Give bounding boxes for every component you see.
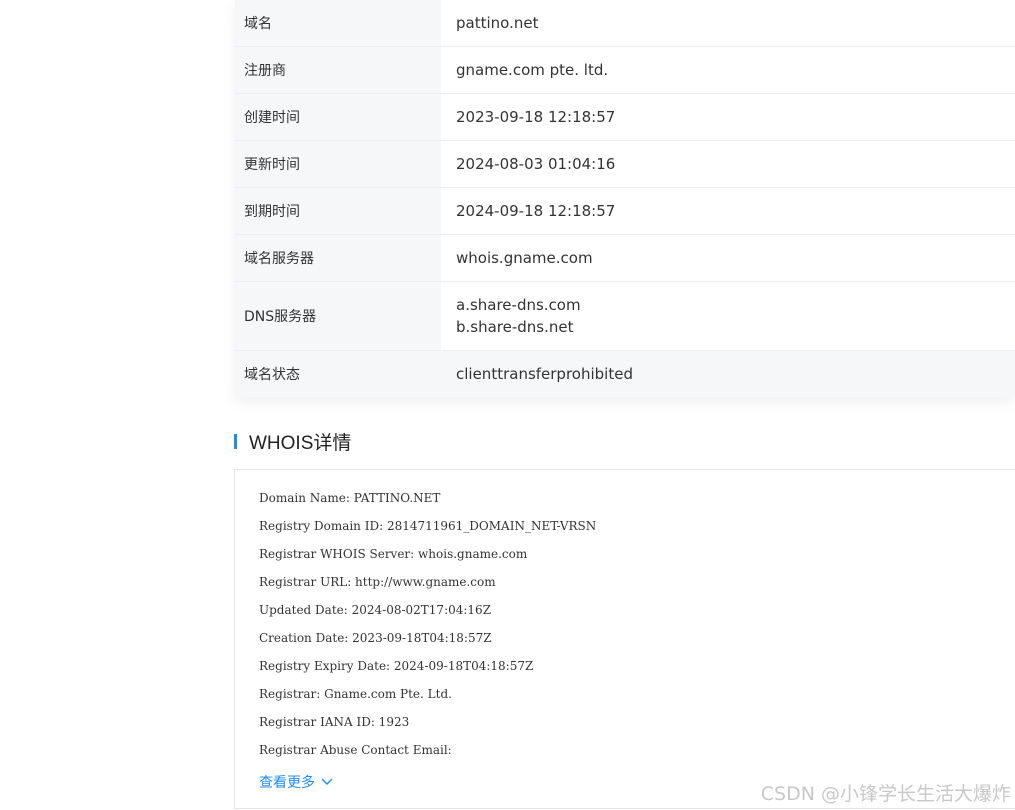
whois-line: Updated Date: 2024-08-02T17:04:16Z (259, 603, 492, 617)
info-label: 到期时间 (235, 188, 441, 234)
info-value-list: a.share-dns.com b.share-dns.net (441, 282, 1015, 350)
whois-line: Registrar: Gname.com Pte. Ltd. (259, 687, 452, 701)
info-label: 域名 (235, 0, 441, 46)
whois-page: 域名 pattino.net 注册商 gname.com pte. ltd. 创… (0, 0, 1015, 810)
whois-line: Registrar IANA ID: 1923 (259, 715, 410, 729)
info-row-registrar: 注册商 gname.com pte. ltd. (235, 47, 1015, 94)
chevron-down-icon (321, 778, 333, 785)
info-label: 注册商 (235, 47, 441, 93)
info-label: 更新时间 (235, 141, 441, 187)
view-more-link[interactable]: 查看更多 (259, 772, 333, 792)
section-title: WHOIS详情 (249, 432, 352, 454)
info-row-updated: 更新时间 2024-08-03 01:04:16 (235, 141, 1015, 188)
dns-server: a.share-dns.com (456, 296, 581, 314)
whois-line: Registry Domain ID: 2814711961_DOMAIN_NE… (259, 519, 597, 533)
info-label: 域名服务器 (235, 235, 441, 281)
whois-line: Creation Date: 2023-09-18T04:18:57Z (259, 631, 492, 645)
whois-line: Registrar URL: http://www.gname.com (259, 575, 496, 589)
info-value: gname.com pte. ltd. (456, 61, 609, 79)
info-value: pattino.net (456, 14, 539, 32)
whois-section-heading: WHOIS详情 (234, 429, 352, 454)
whois-line: Registrar WHOIS Server: whois.gname.com (259, 547, 528, 561)
info-label: 域名状态 (235, 351, 441, 397)
info-label: 创建时间 (235, 94, 441, 140)
whois-line: Registrar Abuse Contact Email: (259, 743, 452, 757)
info-row-status: 域名状态 clienttransferprohibited (235, 351, 1015, 397)
csdn-watermark: CSDN @小锋学长生活大爆炸 (760, 783, 1011, 805)
whois-line: Registry Expiry Date: 2024-09-18T04:18:5… (259, 659, 534, 673)
info-value: clienttransferprohibited (441, 351, 1015, 397)
info-row-created: 创建时间 2023-09-18 12:18:57 (235, 94, 1015, 141)
info-row-dns: DNS服务器 a.share-dns.com b.share-dns.net (235, 282, 1015, 351)
info-value: 2023-09-18 12:18:57 (456, 108, 616, 126)
info-row-whois-server: 域名服务器 whois.gname.com (235, 235, 1015, 282)
whois-line: Domain Name: PATTINO.NET (259, 491, 441, 505)
info-row-domain: 域名 pattino.net (235, 0, 1015, 47)
info-label: DNS服务器 (235, 282, 441, 350)
info-value: 2024-08-03 01:04:16 (456, 155, 616, 173)
info-value: 2024-09-18 12:18:57 (456, 202, 616, 220)
whois-raw-panel: Domain Name: PATTINO.NET Registry Domain… (234, 469, 1015, 809)
info-row-expiry: 到期时间 2024-09-18 12:18:57 (235, 188, 1015, 235)
domain-info-table: 域名 pattino.net 注册商 gname.com pte. ltd. 创… (235, 0, 1015, 397)
whois-lines: Domain Name: PATTINO.NET Registry Domain… (259, 484, 596, 764)
info-value: whois.gname.com (456, 249, 593, 267)
heading-accent-bar (234, 433, 237, 449)
dns-server: b.share-dns.net (456, 318, 574, 336)
view-more-label: 查看更多 (259, 775, 315, 791)
